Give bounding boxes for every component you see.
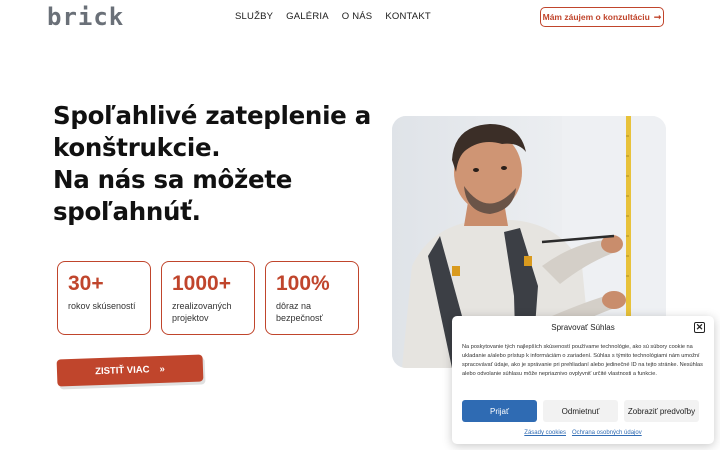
stat-label: rokov skúseností	[68, 301, 136, 311]
nav-item-o-nas[interactable]: O NÁS	[342, 11, 373, 22]
double-chevron-icon: »	[159, 363, 165, 375]
consent-title: Spravovať Súhlas	[551, 323, 615, 332]
brand-logo[interactable]: brick	[47, 3, 125, 31]
learn-more-button[interactable]: ZISTIŤ VIAC »	[56, 354, 204, 387]
deny-button[interactable]: Odmietnuť	[543, 400, 618, 422]
consultation-button-label: Mám záujem o konzultáciu	[542, 12, 650, 22]
nav-item-galeria[interactable]: GALÉRIA	[286, 11, 329, 22]
stat-value: 100%	[276, 272, 330, 295]
learn-more-label: ZISTIŤ VIAC	[94, 364, 150, 378]
stat-value: 30+	[68, 272, 104, 295]
consent-text: Na poskytovanie tých najlepších skúsenos…	[462, 344, 703, 377]
accept-button[interactable]: Prijať	[462, 400, 537, 422]
nav-item-sluzby[interactable]: SLUŽBY	[235, 11, 273, 22]
consent-actions: Prijať Odmietnuť Zobraziť predvoľby	[462, 400, 699, 422]
hero-title-line: Na nás sa môžete	[53, 165, 293, 194]
hero-title: Spoľahlivé zateplenie a konštrukcie. Na …	[53, 100, 383, 228]
logo-text: brick	[47, 3, 125, 31]
privacy-policy-link[interactable]: Ochrana osobných údajov	[572, 430, 642, 436]
stat-label: zrealizovaných projektov	[172, 301, 232, 323]
cookie-policy-link[interactable]: Zásady cookies	[524, 430, 566, 436]
stat-card-safety: 100% dôraz na bezpečnosť	[265, 261, 359, 335]
stat-card-projects: 1000+ zrealizovaných projektov	[161, 261, 255, 335]
hero-title-line: konštrukcie.	[53, 133, 221, 162]
stat-card-experience: 30+ rokov skúseností	[57, 261, 151, 335]
consent-links: Zásady cookies Ochrana osobných údajov	[452, 430, 714, 436]
main-nav: SLUŽBY GALÉRIA O NÁS KONTAKT	[235, 11, 431, 22]
hero-title-line: spoľahnúť.	[53, 197, 201, 226]
arrow-right-icon: ➞	[653, 11, 662, 22]
hero-title-line: Spoľahlivé zateplenie a	[53, 101, 371, 130]
cookie-consent-dialog: Spravovať Súhlas ✕ Na poskytovanie tých …	[452, 316, 714, 444]
preferences-button[interactable]: Zobraziť predvoľby	[624, 400, 699, 422]
stat-value: 1000+	[172, 272, 231, 295]
close-icon[interactable]: ✕	[694, 322, 705, 333]
stat-label: dôraz na bezpečnosť	[276, 301, 323, 323]
nav-item-kontakt[interactable]: KONTAKT	[385, 11, 431, 22]
consultation-button[interactable]: Mám záujem o konzultáciu ➞	[540, 7, 664, 27]
